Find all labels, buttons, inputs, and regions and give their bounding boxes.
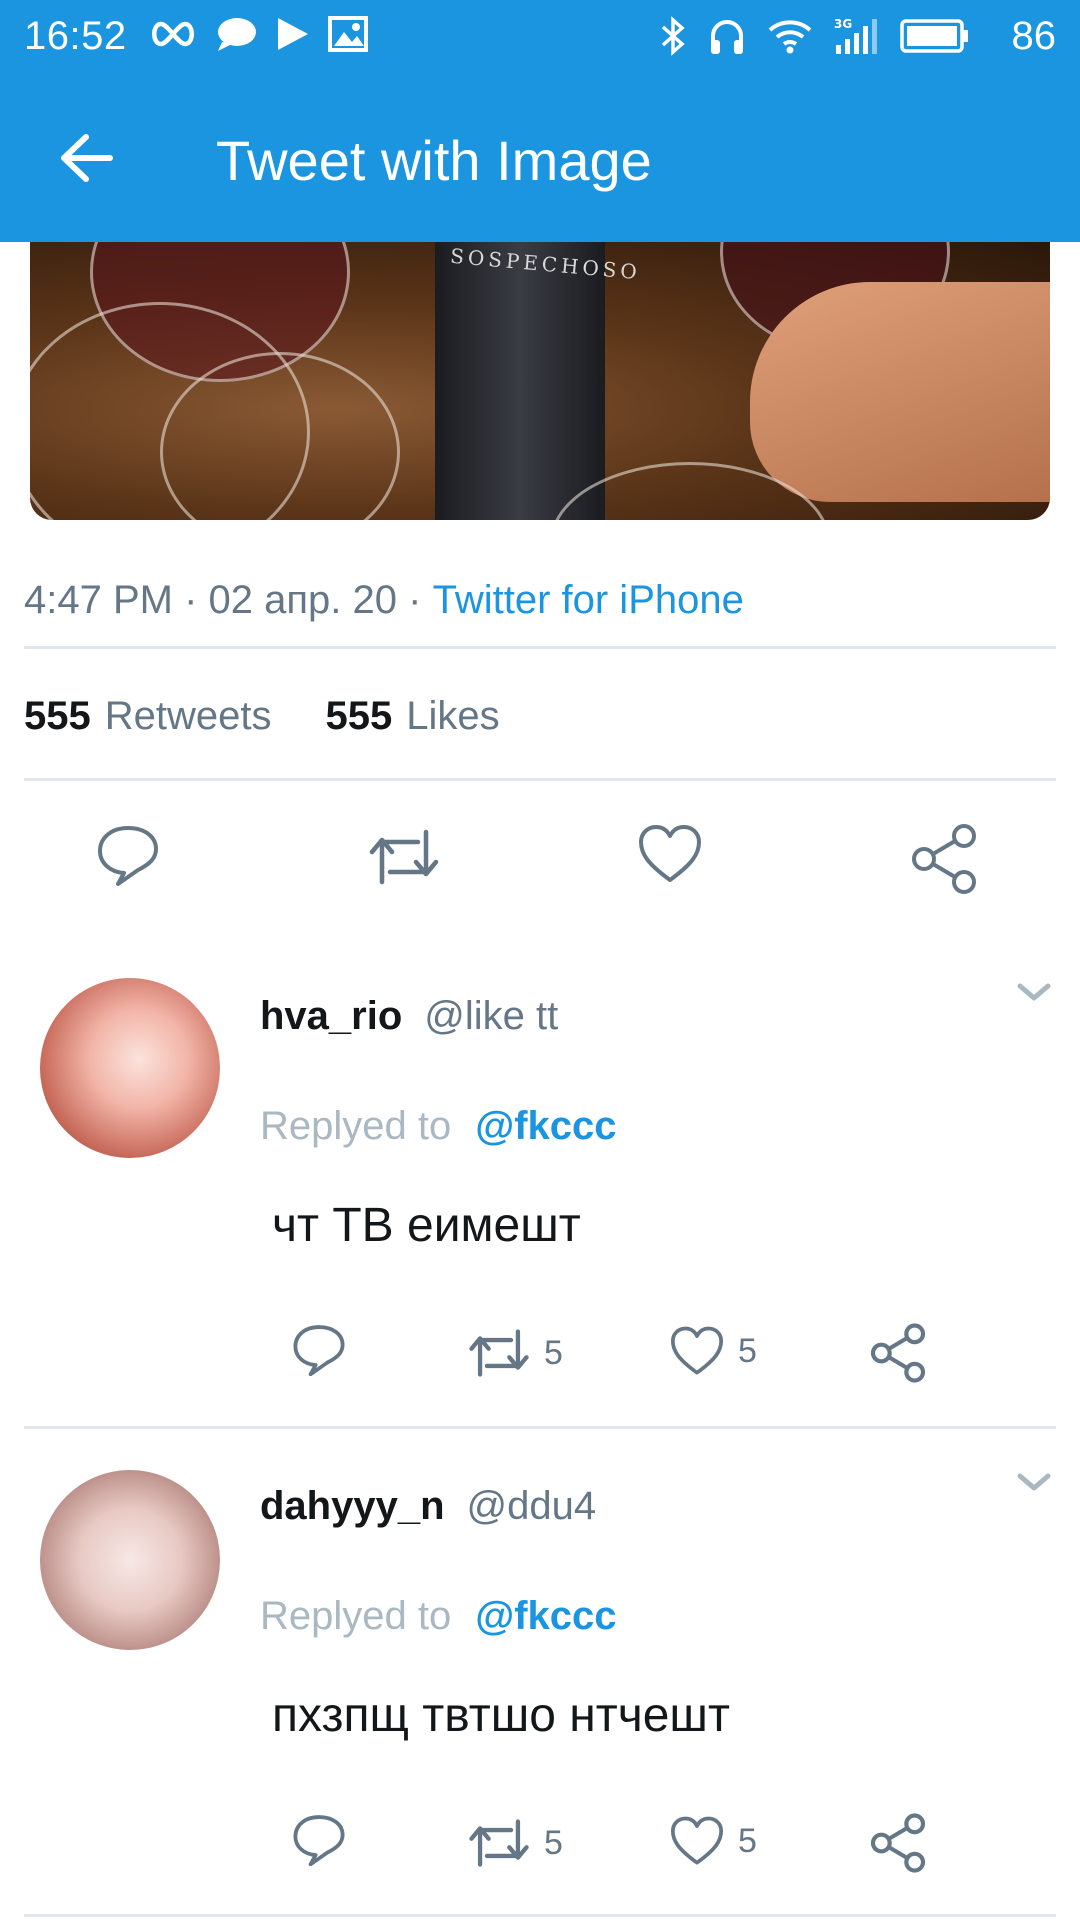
svg-text:3G: 3G xyxy=(834,17,852,31)
replied-to-mention[interactable]: @fkccc xyxy=(475,1594,616,1638)
chevron-down-icon[interactable] xyxy=(1014,1462,1054,1502)
reply-icon xyxy=(98,826,158,886)
tweet-meta: 4:47 PM · 02 апр. 20 · Twitter for iPhon… xyxy=(24,578,744,623)
retweet-button[interactable]: 5 xyxy=(468,1328,563,1378)
share-button[interactable] xyxy=(868,1322,928,1384)
like-icon xyxy=(639,825,701,882)
replied-to-line: Replyed to @fkccc xyxy=(260,1594,617,1639)
reply-item[interactable]: hva_rio @like tt Replyed to @fkccc чт ТВ е… xyxy=(0,958,1080,1428)
retweets-count: 555 xyxy=(24,694,91,738)
wine-bottle xyxy=(435,242,605,520)
reply-author-name: hva_rio xyxy=(260,994,403,1038)
avatar[interactable] xyxy=(40,1470,220,1650)
reply-button[interactable] xyxy=(96,822,160,886)
replied-to-mention[interactable]: @fkccc xyxy=(475,1104,616,1148)
likes-label: Likes xyxy=(406,694,500,738)
retweets-label: Retweets xyxy=(104,694,272,738)
hand xyxy=(750,282,1050,502)
retweet-icon xyxy=(469,1329,529,1377)
play-icon xyxy=(278,18,308,50)
likes-stat[interactable]: 555 Likes xyxy=(326,694,500,738)
retweets-stat[interactable]: 555 Retweets xyxy=(24,694,272,738)
status-bar: 16:52 3G 86 xyxy=(0,0,1080,74)
reply-icon xyxy=(293,1815,345,1866)
like-button[interactable]: 5 xyxy=(670,1326,757,1376)
share-button[interactable] xyxy=(868,1812,928,1874)
battery-icon xyxy=(900,19,968,53)
reply-author[interactable]: dahyyy_n @ddu4 xyxy=(260,1484,596,1529)
divider xyxy=(24,778,1056,781)
divider xyxy=(24,646,1056,649)
reply-text: пхзпщ твтшо нтчешт xyxy=(272,1689,730,1742)
back-button[interactable] xyxy=(54,126,118,190)
signal-3g-icon: 3G xyxy=(834,17,877,54)
reply-item[interactable]: dahyyy_n @ddu4 Replyed to @fkccc пхзпщ твт… xyxy=(0,1448,1080,1918)
reply-author[interactable]: hva_rio @like tt xyxy=(260,994,558,1039)
retweet-icon xyxy=(369,829,439,885)
divider xyxy=(24,1426,1056,1429)
meta-separator: · xyxy=(184,578,198,622)
chat-bubble-icon xyxy=(218,18,256,51)
divider xyxy=(24,1914,1056,1917)
reply-button[interactable] xyxy=(292,1322,346,1376)
like-icon xyxy=(670,1326,724,1375)
tweet-image[interactable]: SOSPECHOSO xyxy=(30,242,1050,520)
retweet-button[interactable]: 5 xyxy=(468,1818,563,1868)
chevron-down-icon[interactable] xyxy=(1014,972,1054,1012)
avatar[interactable] xyxy=(40,978,220,1158)
headphones-icon xyxy=(711,20,743,54)
infinity-icon xyxy=(152,21,194,47)
reply-author-name: dahyyy_n xyxy=(260,1484,445,1528)
tweet-date: 02 апр. 20 xyxy=(208,578,398,622)
retweet-icon xyxy=(469,1819,529,1867)
reply-icon xyxy=(293,1325,345,1376)
status-system-icons: 3G xyxy=(660,16,970,56)
reply-author-handle: @ddu4 xyxy=(466,1484,597,1528)
share-button[interactable] xyxy=(908,822,980,896)
meta-separator: · xyxy=(408,578,422,622)
status-notification-icons xyxy=(148,16,368,52)
like-button[interactable] xyxy=(638,824,702,884)
tweet-source-link[interactable]: Twitter for iPhone xyxy=(433,578,744,622)
like-button[interactable]: 5 xyxy=(670,1816,757,1866)
share-icon xyxy=(912,824,976,894)
replied-to-label: Replyed to xyxy=(260,1104,452,1148)
retweet-count: 5 xyxy=(544,1823,563,1862)
image-icon xyxy=(328,16,368,52)
like-count: 5 xyxy=(738,1821,757,1860)
like-icon xyxy=(670,1816,724,1865)
retweet-button[interactable] xyxy=(368,828,440,886)
like-count: 5 xyxy=(738,1331,757,1370)
likes-count: 555 xyxy=(325,694,393,738)
share-icon xyxy=(870,1323,926,1383)
replied-to-line: Replyed to @fkccc xyxy=(260,1104,617,1149)
page-title: Tweet with Image xyxy=(216,129,652,192)
arrow-left-icon xyxy=(61,134,113,182)
tweet-time: 4:47 PM xyxy=(24,578,173,622)
wifi-icon xyxy=(768,20,812,54)
battery-percentage: 86 xyxy=(1011,14,1057,58)
tweet-stats: 555 Retweets 555 Likes xyxy=(24,694,500,739)
bluetooth-icon xyxy=(661,16,685,56)
reply-text: чт ТВ еимешт xyxy=(272,1199,581,1252)
retweet-count: 5 xyxy=(544,1333,563,1372)
replied-to-label: Replyed to xyxy=(260,1594,452,1638)
share-icon xyxy=(870,1813,926,1873)
reply-button[interactable] xyxy=(292,1812,346,1866)
reply-author-handle: @like tt xyxy=(424,994,559,1038)
app-bar: Tweet with Image xyxy=(0,74,1080,242)
status-time: 16:52 xyxy=(24,14,127,58)
